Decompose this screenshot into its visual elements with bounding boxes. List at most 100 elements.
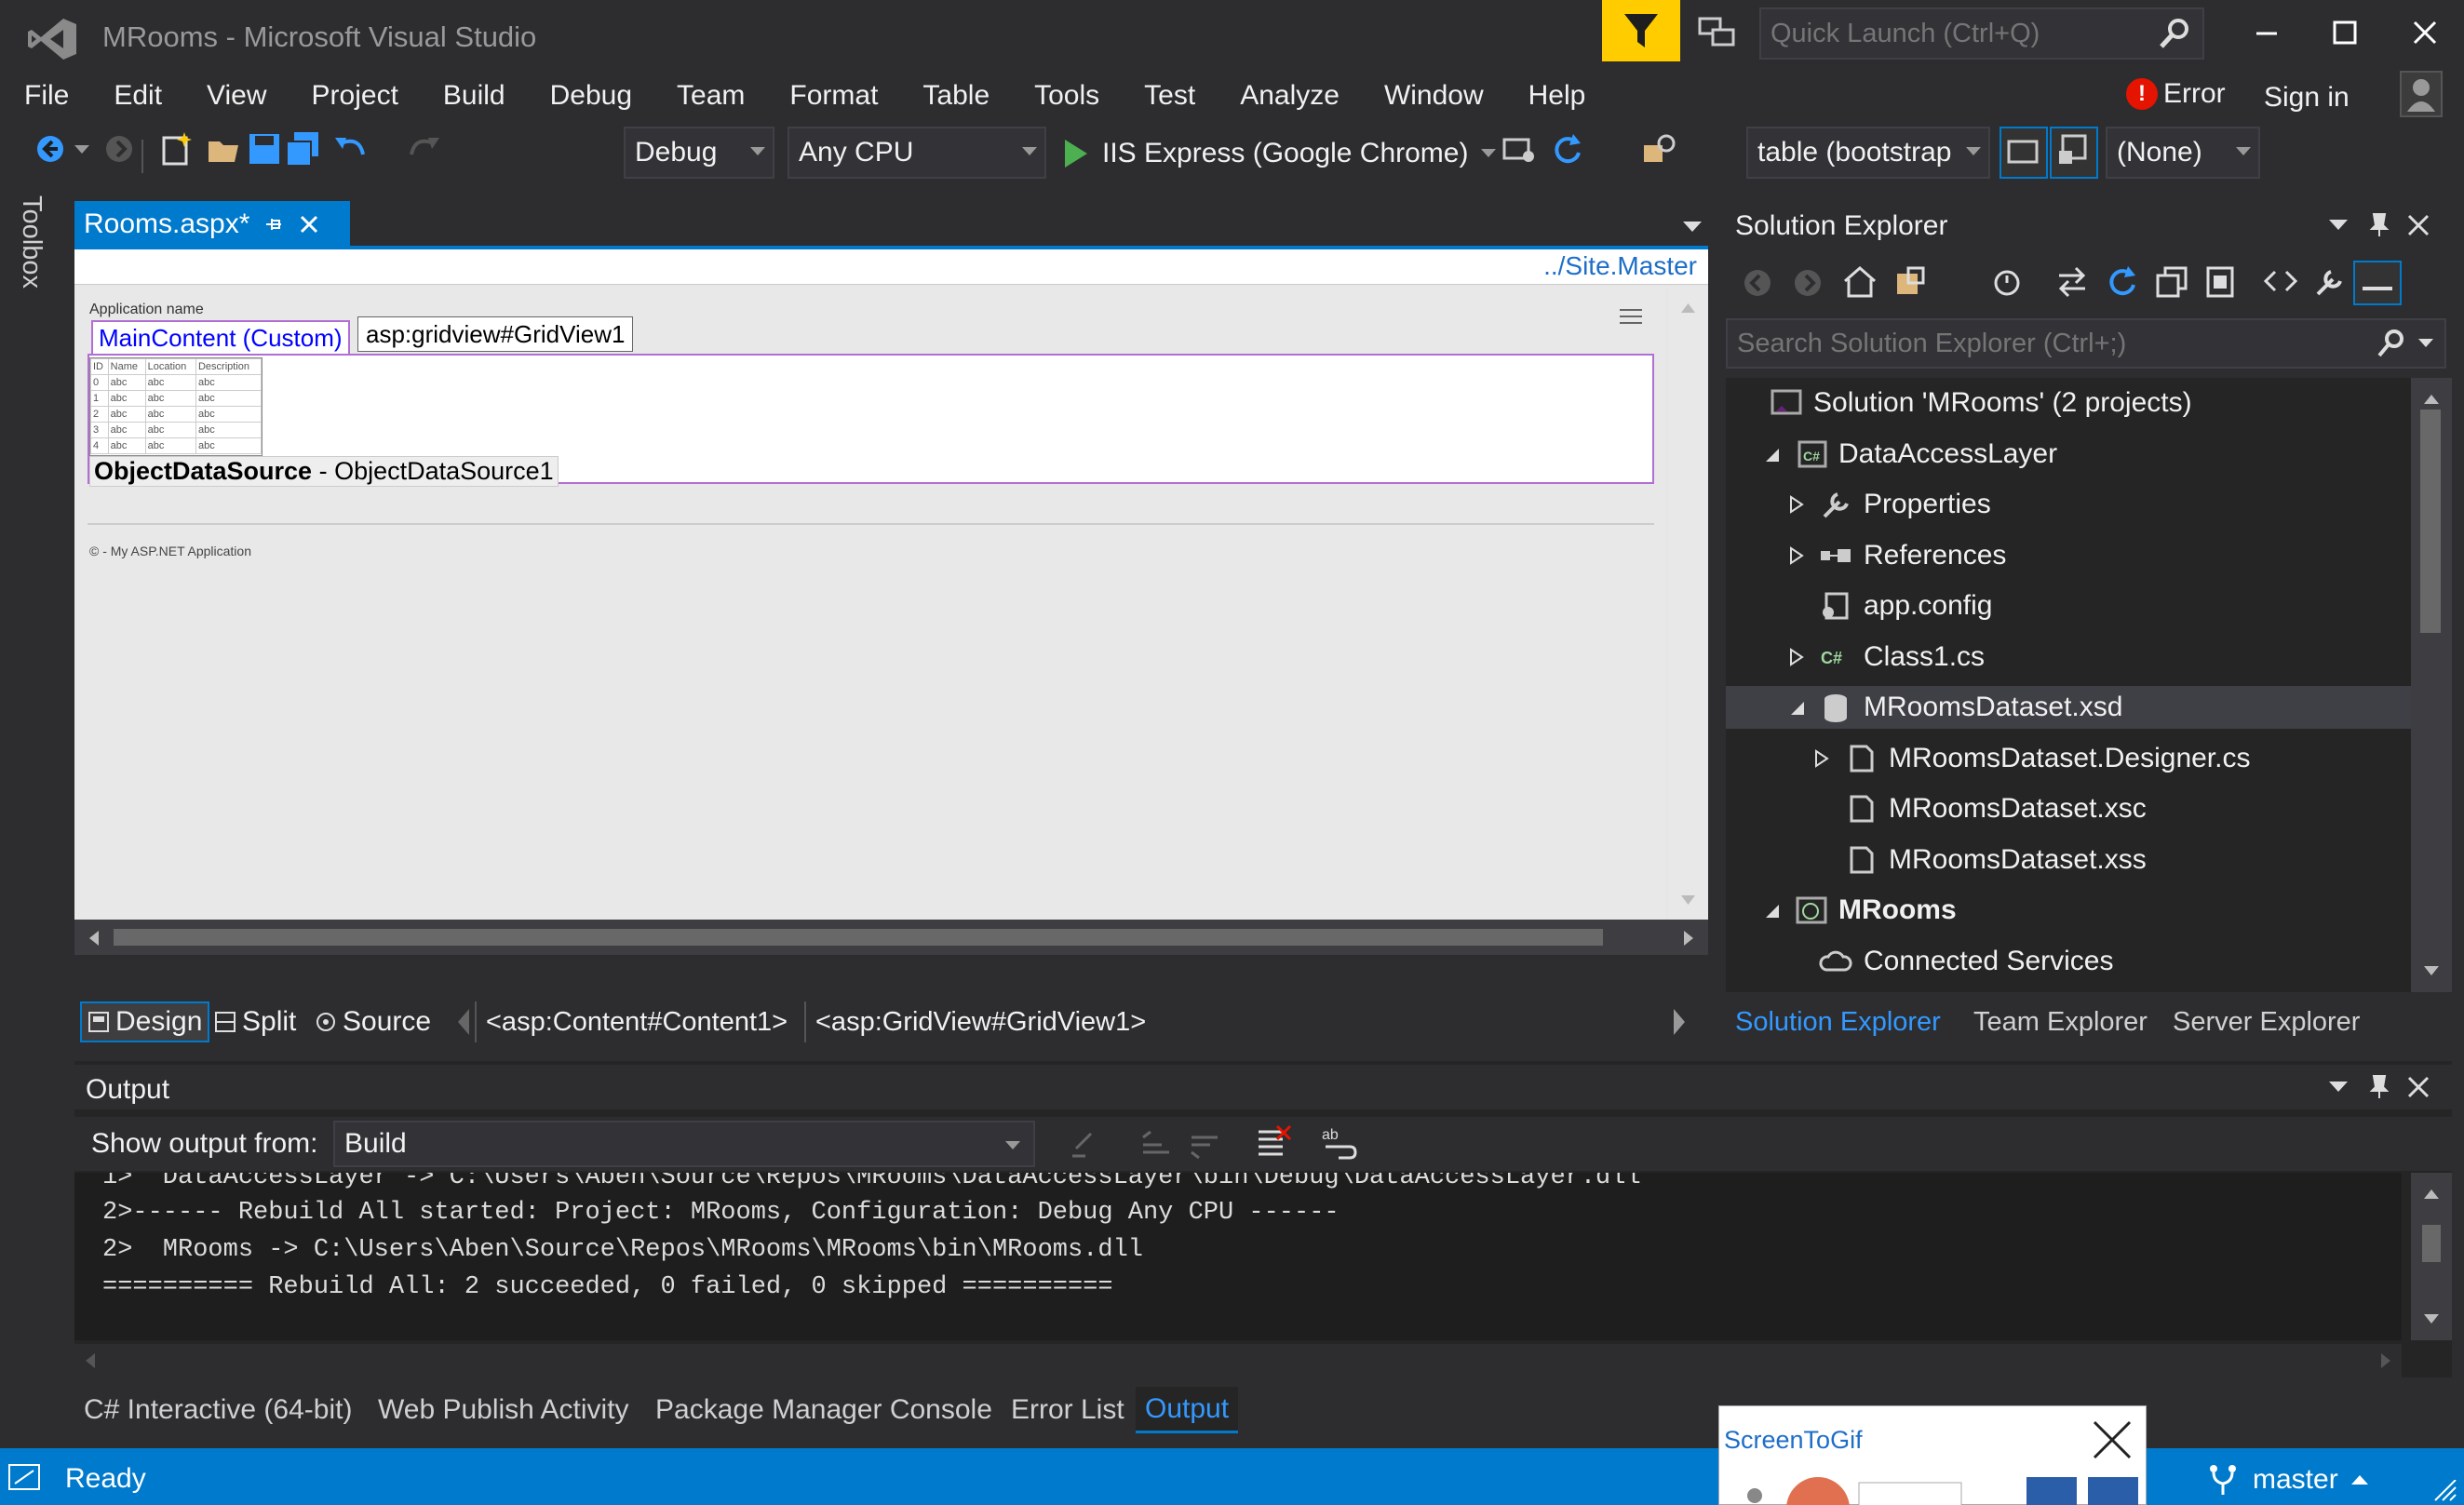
- screentogif-window[interactable]: [1718, 1405, 2147, 1505]
- browser-link-icon[interactable]: [1501, 130, 1538, 168]
- refresh-browser-icon[interactable]: [1549, 130, 1586, 168]
- toggle-design-view-icon[interactable]: [1999, 127, 2048, 179]
- scrollbar-thumb[interactable]: [114, 929, 1603, 946]
- view-code-icon[interactable]: [2262, 264, 2299, 298]
- new-project-icon[interactable]: [158, 130, 195, 168]
- collapse-all-icon[interactable]: [2154, 264, 2191, 298]
- menu-table[interactable]: Table: [900, 76, 1012, 115]
- designer-horizontal-scrollbar[interactable]: [74, 920, 1708, 955]
- close-tab-icon[interactable]: [298, 213, 320, 235]
- feedback-button[interactable]: [1602, 0, 1680, 61]
- hamburger-menu-icon[interactable]: [1620, 307, 1646, 326]
- toggle-word-wrap-icon[interactable]: ab: [1320, 1124, 1357, 1162]
- solution-platform-combo[interactable]: Any CPU: [788, 127, 1046, 179]
- tree-item[interactable]: Properties: [1726, 990, 2411, 992]
- output-vertical-scrollbar[interactable]: [2411, 1173, 2452, 1340]
- tab-csharp-interactive[interactable]: C# Interactive (64-bit): [74, 1387, 361, 1433]
- gridview-tag[interactable]: asp:gridview#GridView1: [357, 316, 634, 352]
- menu-debug[interactable]: Debug: [528, 76, 654, 115]
- switch-views-icon[interactable]: [1893, 264, 1931, 298]
- document-list-dropdown-icon[interactable]: [1683, 222, 1702, 232]
- breadcrumb-left-icon[interactable]: [454, 1003, 473, 1041]
- solution-search-box[interactable]: [1726, 318, 2446, 369]
- live-share-icon[interactable]: [1696, 13, 1737, 50]
- sol-forward-icon[interactable]: [1791, 266, 1824, 300]
- tree-item[interactable]: app.config: [1726, 585, 2411, 627]
- open-file-icon[interactable]: [205, 130, 242, 168]
- menu-file[interactable]: File: [0, 76, 91, 115]
- tree-item[interactable]: MRoomsDataset.xss: [1726, 839, 2411, 881]
- tab-solution-explorer[interactable]: Solution Explorer: [1735, 1007, 1941, 1038]
- tab-web-publish-activity[interactable]: Web Publish Activity: [369, 1387, 639, 1433]
- tab-team-explorer[interactable]: Team Explorer: [1973, 1007, 2148, 1038]
- solution-search-input[interactable]: [1737, 328, 2370, 359]
- tree-item[interactable]: MRoomsDataset.xsc: [1726, 787, 2411, 830]
- design-view-button[interactable]: Design: [80, 1001, 210, 1042]
- tree-item[interactable]: C# Class1.cs: [1726, 636, 2411, 679]
- quick-launch-input[interactable]: [1771, 18, 2143, 49]
- scroll-left-icon[interactable]: [86, 929, 104, 947]
- tree-item[interactable]: MRooms: [1726, 889, 2411, 932]
- pin-icon[interactable]: [263, 213, 285, 235]
- expanded-arrow-icon[interactable]: [1787, 698, 1806, 717]
- output-source-combo[interactable]: Build: [333, 1121, 1035, 1167]
- error-notification[interactable]: ! Error: [2126, 78, 2226, 110]
- find-in-files-icon[interactable]: [1642, 130, 1679, 168]
- redo-icon[interactable]: [406, 130, 443, 168]
- maximize-button[interactable]: [2322, 9, 2368, 56]
- menu-analyze[interactable]: Analyze: [1218, 76, 1362, 115]
- toggle-split-view-icon[interactable]: [2050, 127, 2098, 179]
- breadcrumb-content1[interactable]: <asp:Content#Content1>: [475, 1001, 797, 1042]
- tree-item[interactable]: Properties: [1726, 483, 2411, 526]
- close-window-button[interactable]: [2402, 9, 2448, 56]
- properties-wrench-icon[interactable]: [2310, 264, 2348, 298]
- menu-tools[interactable]: Tools: [1012, 76, 1122, 115]
- menu-project[interactable]: Project: [289, 76, 421, 115]
- solution-configuration-combo[interactable]: Debug: [624, 127, 774, 179]
- tree-item[interactable]: MRoomsDataset.xsd: [1726, 686, 2411, 729]
- sol-back-icon[interactable]: [1741, 266, 1774, 300]
- css-target-combo[interactable]: table (bootstrap: [1746, 127, 1990, 179]
- scroll-right-icon[interactable]: [1678, 929, 1697, 947]
- menu-help[interactable]: Help: [1506, 76, 1609, 115]
- output-close-icon[interactable]: [2407, 1076, 2430, 1098]
- back-dropdown-icon[interactable]: [74, 145, 89, 155]
- close-panel-icon[interactable]: [2407, 214, 2430, 236]
- window-position-dropdown-icon[interactable]: [2329, 220, 2348, 231]
- object-data-source-control[interactable]: ObjectDataSource - ObjectDataSource1: [89, 456, 559, 487]
- screentogif-close-button[interactable]: [2089, 1417, 2135, 1463]
- output-text-area[interactable]: 1> DataAccessLayer -> C:\Users\Aben\Sour…: [74, 1173, 2402, 1340]
- main-content-tag[interactable]: MainContent (Custom): [91, 320, 350, 356]
- start-debugging-button[interactable]: IIS Express (Google Chrome): [1061, 130, 1497, 177]
- collapsed-arrow-icon[interactable]: [1787, 647, 1806, 666]
- tree-item[interactable]: Solution 'MRooms' (2 projects): [1726, 382, 2411, 424]
- menu-edit[interactable]: Edit: [91, 76, 184, 115]
- pending-changes-filter-icon[interactable]: [1988, 264, 2026, 298]
- menu-view[interactable]: View: [184, 76, 289, 115]
- output-pin-icon[interactable]: [2368, 1074, 2390, 1100]
- collapsed-arrow-icon[interactable]: [1787, 495, 1806, 514]
- split-view-button[interactable]: Split: [209, 1001, 302, 1042]
- preview-selected-items-button[interactable]: [2353, 261, 2402, 305]
- sign-in-link[interactable]: Sign in: [2264, 82, 2350, 114]
- breadcrumb-gridview1[interactable]: <asp:GridView#GridView1>: [804, 1001, 1155, 1042]
- clear-all-icon[interactable]: [1255, 1124, 1292, 1162]
- resize-grip-icon[interactable]: [2431, 1480, 2457, 1502]
- save-icon[interactable]: [246, 130, 283, 168]
- menu-team[interactable]: Team: [654, 76, 767, 115]
- navigate-forward-icon[interactable]: [101, 130, 138, 168]
- expanded-arrow-icon[interactable]: [1762, 445, 1781, 464]
- menu-test[interactable]: Test: [1122, 76, 1218, 115]
- navigate-back-icon[interactable]: [32, 130, 69, 168]
- run-target-dropdown-icon[interactable]: [1481, 149, 1497, 158]
- tree-item[interactable]: C# DataAccessLayer: [1726, 433, 2411, 476]
- style-application-combo[interactable]: (None): [2106, 127, 2260, 179]
- tab-error-list[interactable]: Error List: [1002, 1387, 1134, 1433]
- expanded-arrow-icon[interactable]: [1762, 901, 1781, 920]
- gridview-control[interactable]: ID Name Location Description 0 abc abc abc …: [89, 357, 263, 456]
- output-horizontal-scrollbar[interactable]: [74, 1344, 2402, 1377]
- solution-tree-scroll-thumb[interactable]: [2420, 410, 2441, 633]
- tab-server-explorer[interactable]: Server Explorer: [2173, 1007, 2360, 1038]
- undo-icon[interactable]: [331, 130, 369, 168]
- toolbox-side-tab[interactable]: Toolbox: [13, 195, 50, 307]
